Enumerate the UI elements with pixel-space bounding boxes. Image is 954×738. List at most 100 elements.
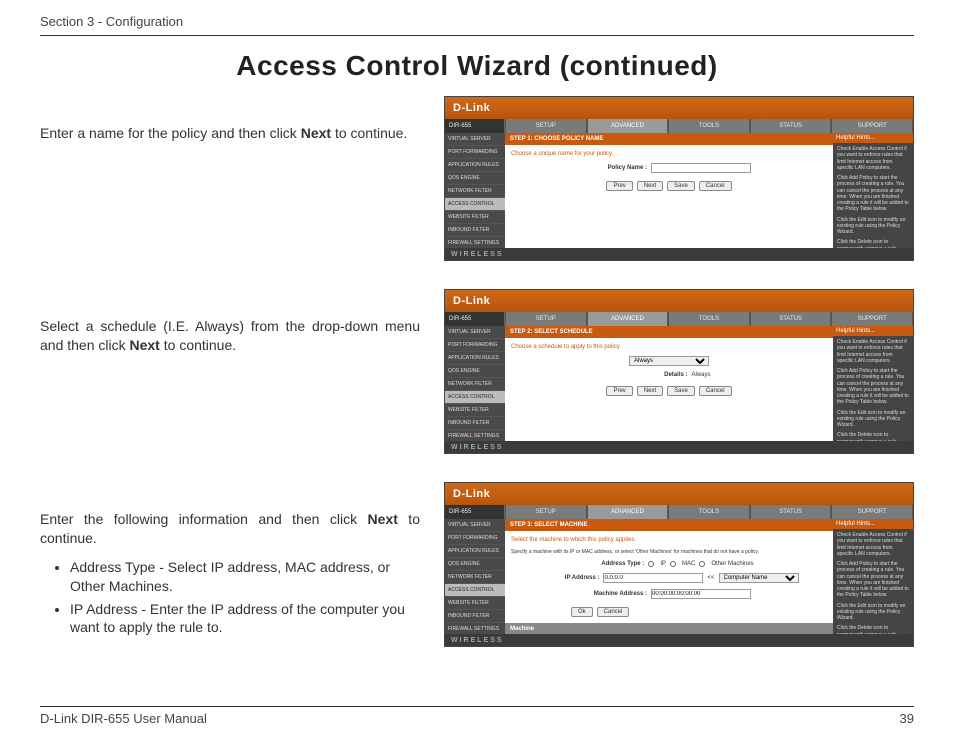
cancel-button[interactable]: Cancel: [699, 386, 732, 396]
text-input[interactable]: [603, 573, 703, 583]
tab-support[interactable]: SUPPORT: [831, 312, 913, 326]
help-paragraph: Check Enable Access Control if you want …: [837, 339, 909, 364]
nav-item[interactable]: PORT FORWARDING: [445, 146, 505, 159]
footer-rule: [40, 706, 914, 707]
nav-item[interactable]: QOS ENGINE: [445, 365, 505, 378]
bold-next: Next: [368, 511, 398, 527]
side-nav: VIRTUAL SERVERPORT FORWARDINGAPPLICATION…: [445, 326, 505, 441]
nav-item[interactable]: ACCESS CONTROL: [445, 391, 505, 404]
field-label: Policy Name :: [587, 165, 647, 171]
footer-page-number: 39: [900, 711, 914, 726]
nav-item[interactable]: APPLICATION RULES: [445, 352, 505, 365]
help-paragraph: Click the Edit icon to modify an existin…: [837, 410, 909, 429]
wizard-panel: STEP 1: CHOOSE POLICY NAMEChoose a uniqu…: [505, 133, 833, 248]
tab-support[interactable]: SUPPORT: [831, 119, 913, 133]
tab-status[interactable]: STATUS: [750, 119, 832, 133]
model-label: DIR-655: [445, 312, 505, 326]
nav-item[interactable]: VIRTUAL SERVER: [445, 519, 505, 532]
nav-item[interactable]: WEBSITE FILTER: [445, 597, 505, 610]
brand-bar: D-Link: [445, 290, 913, 312]
instruction-text: Enter the following information and then…: [40, 482, 420, 641]
nav-item[interactable]: INBOUND FILTER: [445, 224, 505, 237]
save-button[interactable]: Save: [667, 386, 695, 396]
tab-tools[interactable]: TOOLS: [668, 312, 750, 326]
nav-item[interactable]: NETWORK FILTER: [445, 185, 505, 198]
text-input[interactable]: [651, 589, 751, 599]
tab-status[interactable]: STATUS: [750, 312, 832, 326]
next-button[interactable]: Next: [637, 386, 663, 396]
text-input[interactable]: [651, 163, 751, 173]
wizard-buttons: Prev Next Save Cancel: [511, 181, 827, 191]
side-nav: VIRTUAL SERVERPORT FORWARDINGAPPLICATION…: [445, 133, 505, 248]
tab-advanced[interactable]: ADVANCED: [587, 505, 669, 519]
wireless-footer: WIRELESS: [445, 441, 913, 453]
radio-label: MAC: [682, 561, 695, 567]
nav-item[interactable]: PORT FORWARDING: [445, 339, 505, 352]
help-paragraph: Click Add Policy to start the process of…: [837, 368, 909, 406]
wireless-footer: WIRELESS: [445, 248, 913, 260]
tab-status[interactable]: STATUS: [750, 505, 832, 519]
nav-item[interactable]: NETWORK FILTER: [445, 571, 505, 584]
nav-item[interactable]: APPLICATION RULES: [445, 159, 505, 172]
nav-item[interactable]: VIRTUAL SERVER: [445, 326, 505, 339]
field-label: Details :: [627, 372, 687, 378]
nav-item[interactable]: ACCESS CONTROL: [445, 198, 505, 211]
nav-item[interactable]: QOS ENGINE: [445, 558, 505, 571]
bullet-list: Address Type - Select IP address, MAC ad…: [40, 558, 420, 638]
nav-item[interactable]: VIRTUAL SERVER: [445, 133, 505, 146]
footer-left: D-Link DIR-655 User Manual: [40, 711, 207, 726]
radio-mac[interactable]: [670, 561, 676, 567]
header-rule: [40, 35, 914, 36]
instruction-row: Enter a name for the policy and then cli…: [40, 96, 914, 261]
help-title: Helpful Hints...: [833, 133, 913, 143]
tab-tools[interactable]: TOOLS: [668, 119, 750, 133]
router-screenshot: D-LinkDIR-655SETUPADVANCEDTOOLSSTATUSSUP…: [444, 96, 914, 261]
help-paragraph: Click Add Policy to start the process of…: [837, 561, 909, 599]
bullet-item: IP Address - Enter the IP address of the…: [70, 600, 420, 638]
tab-setup[interactable]: SETUP: [505, 119, 587, 133]
page-title: Access Control Wizard (continued): [40, 50, 914, 82]
next-button[interactable]: Next: [637, 181, 663, 191]
help-paragraph: Click Add Policy to start the process of…: [837, 175, 909, 213]
prev-button[interactable]: Prev: [606, 386, 632, 396]
tab-advanced[interactable]: ADVANCED: [587, 312, 669, 326]
step-title-bar: STEP 1: CHOOSE POLICY NAME: [505, 133, 833, 145]
nav-item[interactable]: PORT FORWARDING: [445, 532, 505, 545]
brand-bar: D-Link: [445, 97, 913, 119]
help-title: Helpful Hints...: [833, 326, 913, 336]
nav-item[interactable]: INBOUND FILTER: [445, 417, 505, 430]
radio-other-machines[interactable]: [699, 561, 705, 567]
ok-button[interactable]: Ok: [571, 607, 593, 617]
save-button[interactable]: Save: [667, 181, 695, 191]
nav-item[interactable]: WEBSITE FILTER: [445, 404, 505, 417]
tab-support[interactable]: SUPPORT: [831, 505, 913, 519]
nav-item[interactable]: APPLICATION RULES: [445, 545, 505, 558]
nav-item[interactable]: ACCESS CONTROL: [445, 584, 505, 597]
form-row: Machine Address :: [511, 589, 827, 599]
nav-item[interactable]: INBOUND FILTER: [445, 610, 505, 623]
radio-ip[interactable]: [648, 561, 654, 567]
help-paragraph: Click the Edit icon to modify an existin…: [837, 217, 909, 236]
tab-setup[interactable]: SETUP: [505, 312, 587, 326]
computer-name-select[interactable]: Computer Name: [719, 573, 799, 583]
brand-logo: D-Link: [453, 295, 490, 307]
tab-advanced[interactable]: ADVANCED: [587, 119, 669, 133]
instruction-text: Select a schedule (I.E. Always) from the…: [40, 289, 420, 355]
schedule-select[interactable]: Always: [629, 356, 709, 366]
cancel-button[interactable]: Cancel: [597, 607, 630, 617]
nav-item[interactable]: WEBSITE FILTER: [445, 211, 505, 224]
page-footer: D-Link DIR-655 User Manual 39: [40, 706, 914, 726]
nav-item[interactable]: QOS ENGINE: [445, 172, 505, 185]
cancel-button[interactable]: Cancel: [699, 181, 732, 191]
hint-text: Choose a schedule to apply to this polic…: [511, 344, 827, 350]
tab-tools[interactable]: TOOLS: [668, 505, 750, 519]
instruction-text: Enter a name for the policy and then cli…: [40, 96, 420, 143]
help-paragraph: Check Enable Access Control if you want …: [837, 532, 909, 557]
section-header: Section 3 - Configuration: [40, 12, 914, 33]
help-title: Helpful Hints...: [833, 519, 913, 529]
nav-item[interactable]: NETWORK FILTER: [445, 378, 505, 391]
field-label: Address Type :: [584, 561, 644, 567]
tab-setup[interactable]: SETUP: [505, 505, 587, 519]
prev-button[interactable]: Prev: [606, 181, 632, 191]
subhint-text: Specify a machine with its IP or MAC add…: [511, 549, 827, 555]
